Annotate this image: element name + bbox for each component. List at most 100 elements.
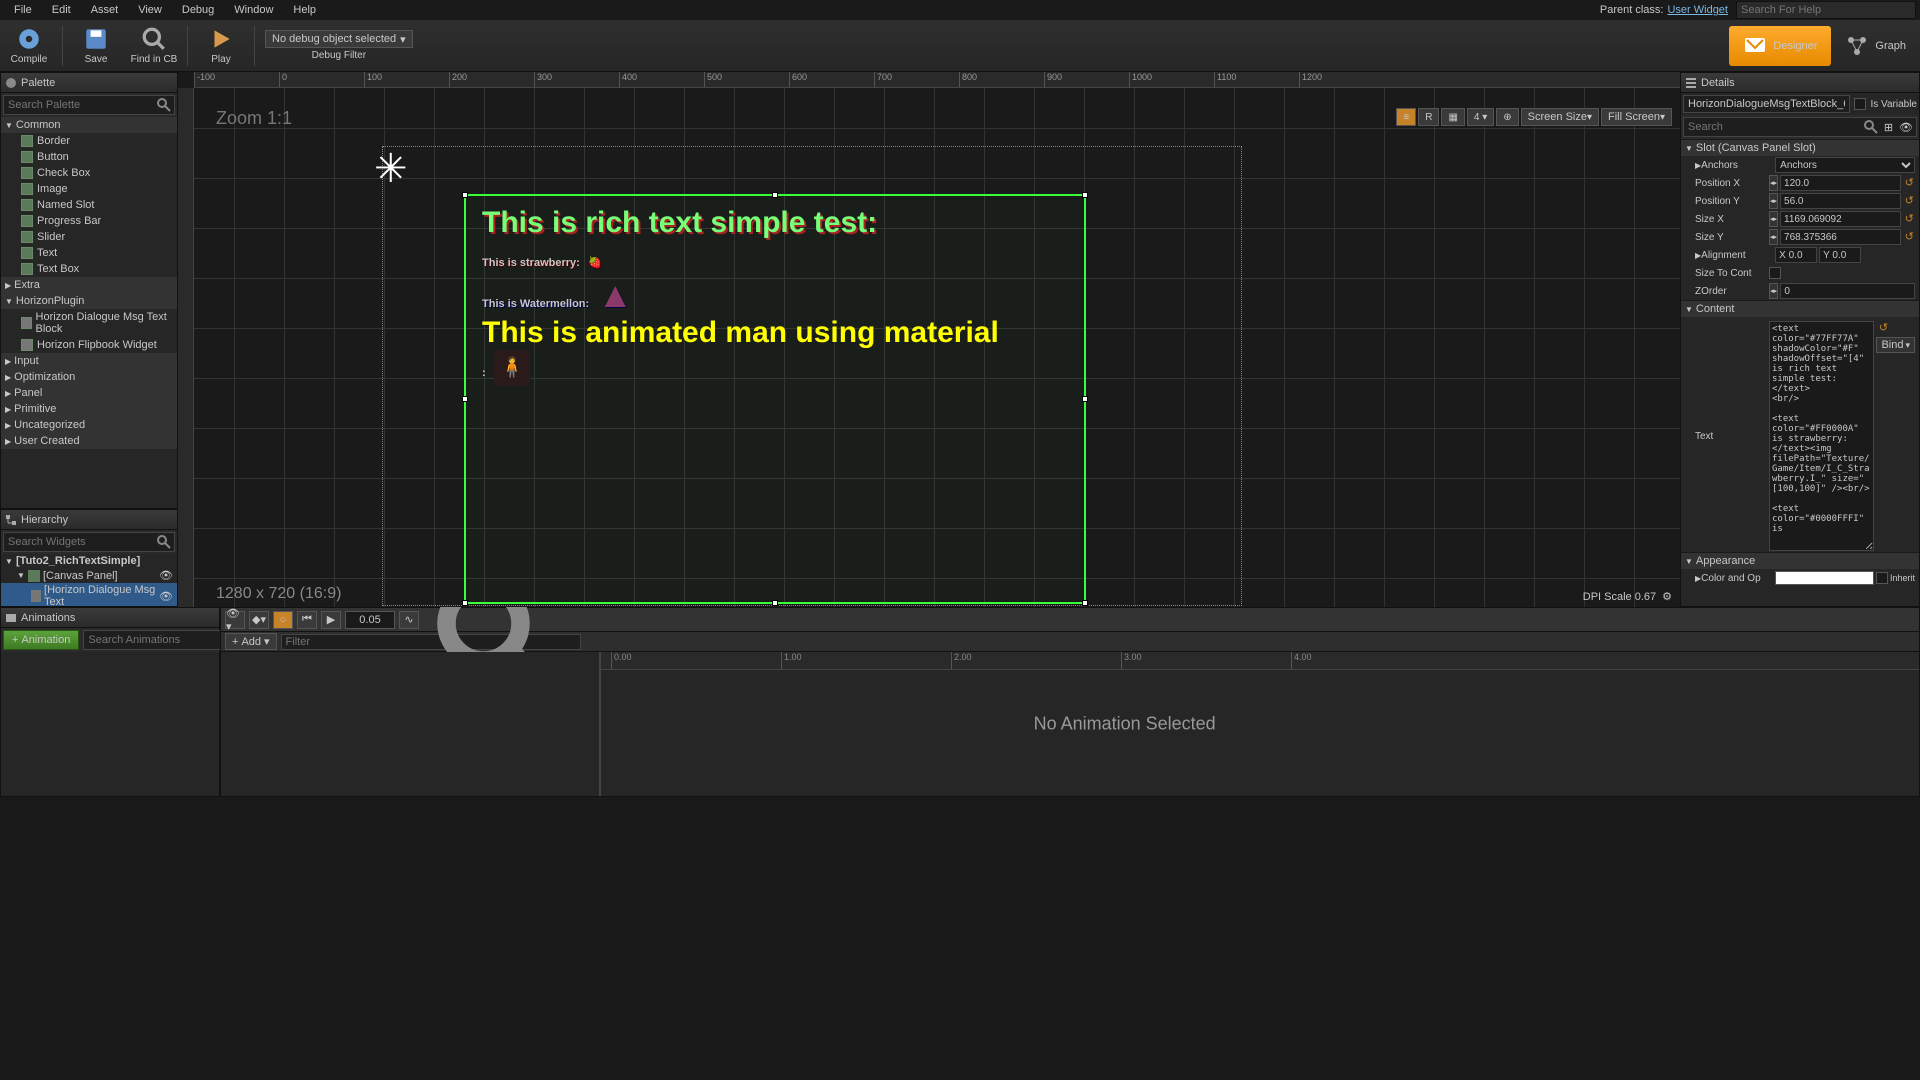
palette-item-slider[interactable]: Slider	[1, 229, 177, 245]
menu-view[interactable]: View	[128, 2, 172, 18]
palette-header[interactable]: Palette	[1, 73, 177, 93]
inherit-checkbox[interactable]	[1876, 572, 1888, 584]
resize-handle[interactable]	[1082, 396, 1088, 402]
section-slot[interactable]: ▼Slot (Canvas Panel Slot)	[1681, 139, 1919, 156]
text-content-textarea[interactable]	[1769, 321, 1874, 551]
section-appearance[interactable]: ▼Appearance	[1681, 552, 1919, 569]
object-name-input[interactable]	[1683, 95, 1850, 113]
tl-curve-btn[interactable]: ∿	[399, 611, 419, 629]
reset-icon[interactable]: ↺	[1903, 230, 1915, 244]
play-button[interactable]: Play	[192, 21, 250, 71]
vp-screensize-btn[interactable]: Screen Size ▾	[1521, 108, 1599, 126]
palette-category-input[interactable]: ▶Input	[1, 353, 177, 369]
selection-frame[interactable]: This is rich text simple test: This is s…	[464, 194, 1086, 604]
position-x-input[interactable]	[1780, 175, 1901, 191]
resize-handle[interactable]	[1082, 192, 1088, 198]
vp-snap-btn[interactable]: 4 ▾	[1467, 108, 1494, 126]
tl-view-btn[interactable]: 👁▾	[225, 611, 245, 629]
search-help-input[interactable]	[1736, 1, 1916, 19]
tl-prev-btn[interactable]: ⏮	[297, 611, 317, 629]
resize-handle[interactable]	[462, 192, 468, 198]
reset-icon[interactable]: ↺	[1903, 176, 1915, 190]
palette-category-extra[interactable]: ▶Extra	[1, 277, 177, 293]
timeline-ruler[interactable]: 0.00 1.00 2.00 3.00 4.00	[601, 652, 1919, 670]
designer-viewport[interactable]: -100 0 100 200 300 400 500 600 700 800 9…	[178, 72, 1680, 607]
details-search[interactable]: ⊞ 👁	[1683, 117, 1917, 137]
hierarchy-header[interactable]: Hierarchy	[1, 510, 177, 530]
details-header[interactable]: Details	[1681, 73, 1919, 93]
palette-search-input[interactable]	[4, 99, 156, 111]
parent-class-link[interactable]: User Widget	[1667, 4, 1728, 16]
palette-search[interactable]	[3, 95, 175, 115]
hierarchy-search[interactable]	[3, 532, 175, 552]
vp-layout-btn[interactable]: ≡	[1396, 108, 1416, 126]
tl-filter-input[interactable]	[286, 636, 428, 648]
vp-fillscreen-btn[interactable]: Fill Screen ▾	[1601, 108, 1672, 126]
section-content[interactable]: ▼Content	[1681, 300, 1919, 317]
reset-icon[interactable]: ↺	[1903, 212, 1915, 226]
timeline-divider[interactable]	[599, 652, 601, 796]
menu-file[interactable]: File	[4, 2, 42, 18]
gear-icon[interactable]: ⚙	[1662, 590, 1672, 603]
eye-icon[interactable]: 👁	[1896, 121, 1916, 134]
resize-handle[interactable]	[462, 600, 468, 606]
palette-item-button[interactable]: Button	[1, 149, 177, 165]
resize-handle[interactable]	[1082, 600, 1088, 606]
palette-item-progressbar[interactable]: Progress Bar	[1, 213, 177, 229]
palette-category-optimization[interactable]: ▶Optimization	[1, 369, 177, 385]
size-y-input[interactable]	[1780, 229, 1901, 245]
palette-category-horizon[interactable]: ▼HorizonPlugin	[1, 293, 177, 309]
vp-r-btn[interactable]: R	[1418, 108, 1439, 126]
find-in-cb-button[interactable]: Find in CB	[125, 21, 183, 71]
animations-header[interactable]: Animations	[1, 608, 219, 628]
tl-key-btn[interactable]: ◆▾	[249, 611, 269, 629]
resize-handle[interactable]	[772, 600, 778, 606]
details-search-input[interactable]	[1684, 121, 1863, 133]
menu-asset[interactable]: Asset	[81, 2, 129, 18]
menu-window[interactable]: Window	[224, 2, 283, 18]
tl-play-btn[interactable]: ▶	[321, 611, 341, 629]
palette-category-panel[interactable]: ▶Panel	[1, 385, 177, 401]
vp-zoom-btn[interactable]: ⊕	[1496, 108, 1518, 126]
palette-category-common[interactable]: ▼Common	[1, 117, 177, 133]
timeline-body[interactable]: 0.00 1.00 2.00 3.00 4.00 No Animation Se…	[221, 652, 1919, 796]
animations-search-input[interactable]	[84, 634, 234, 646]
palette-item-namedslot[interactable]: Named Slot	[1, 197, 177, 213]
is-variable-checkbox[interactable]	[1854, 98, 1866, 110]
spinner-icon[interactable]: ◂▸	[1769, 211, 1778, 227]
anchor-icon[interactable]: ✳	[374, 146, 408, 192]
tl-add-button[interactable]: +Add▾	[225, 633, 277, 650]
spinner-icon[interactable]: ◂▸	[1769, 175, 1778, 191]
palette-item-horizon-msg[interactable]: Horizon Dialogue Msg Text Block	[1, 309, 177, 337]
palette-item-textbox[interactable]: Text Box	[1, 261, 177, 277]
designer-mode-button[interactable]: Designer	[1729, 26, 1831, 66]
position-y-input[interactable]	[1780, 193, 1901, 209]
color-swatch[interactable]	[1775, 571, 1874, 585]
palette-item-image[interactable]: Image	[1, 181, 177, 197]
tl-time-input[interactable]	[345, 611, 395, 629]
bind-dropdown[interactable]: Bind▾	[1876, 337, 1915, 353]
resize-handle[interactable]	[772, 192, 778, 198]
tl-record-btn[interactable]: ○	[273, 611, 293, 629]
tree-horizon-msg[interactable]: [Horizon Dialogue Msg Text👁	[1, 583, 177, 606]
palette-item-horizon-flip[interactable]: Horizon Flipbook Widget	[1, 337, 177, 353]
palette-item-checkbox[interactable]: Check Box	[1, 165, 177, 181]
reset-icon[interactable]: ↺	[1876, 321, 1890, 335]
debug-object-dropdown[interactable]: No debug object selected ▾	[265, 30, 413, 48]
palette-category-primitive[interactable]: ▶Primitive	[1, 401, 177, 417]
align-y-input[interactable]	[1819, 247, 1861, 263]
tree-root[interactable]: ▼[Tuto2_RichTextSimple]	[1, 554, 177, 568]
menu-help[interactable]: Help	[283, 2, 326, 18]
compile-button[interactable]: Compile	[0, 21, 58, 71]
spinner-icon[interactable]: ◂▸	[1769, 283, 1778, 299]
reset-icon[interactable]: ↺	[1903, 194, 1915, 208]
save-button[interactable]: Save	[67, 21, 125, 71]
menu-debug[interactable]: Debug	[172, 2, 224, 18]
eye-icon[interactable]: 👁	[159, 590, 173, 603]
zorder-input[interactable]	[1780, 283, 1915, 299]
palette-category-usercreated[interactable]: ▶User Created	[1, 433, 177, 449]
canvas-area[interactable]: Zoom 1:1 ≡ R ▦ 4 ▾ ⊕ Screen Size ▾ Fill …	[194, 88, 1680, 607]
vp-grid-btn[interactable]: ▦	[1441, 108, 1464, 126]
tree-canvas[interactable]: ▼[Canvas Panel]👁	[1, 568, 177, 583]
menu-edit[interactable]: Edit	[42, 2, 81, 18]
